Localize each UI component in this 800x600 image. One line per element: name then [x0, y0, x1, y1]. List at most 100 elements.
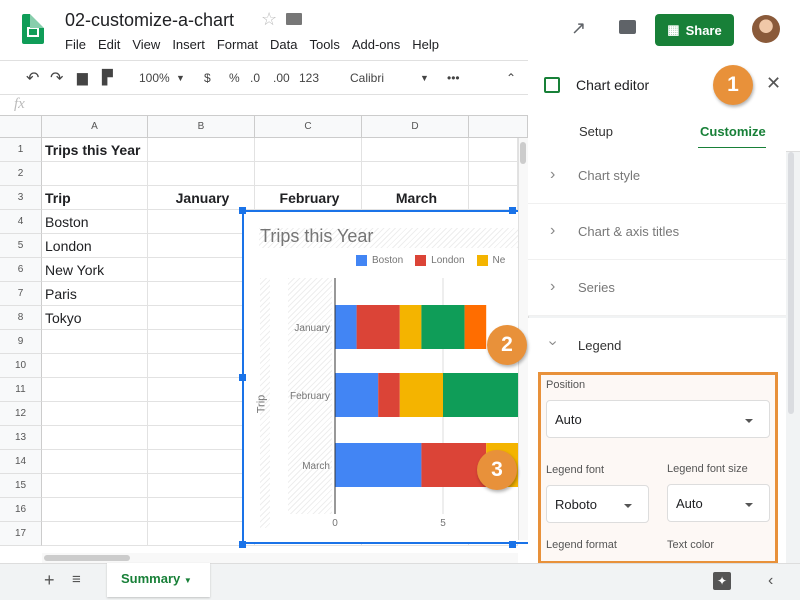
share-button[interactable]: ▦ Share [655, 14, 734, 46]
cell[interactable] [469, 138, 518, 162]
decrease-decimal-button[interactable]: .0 [250, 71, 260, 85]
zoom-dropdown-icon[interactable]: ▼ [176, 73, 185, 83]
row-header[interactable]: 1 [0, 138, 42, 162]
bar-new-york[interactable] [399, 305, 422, 349]
cell[interactable] [42, 330, 148, 354]
cell[interactable] [148, 306, 255, 330]
collapse-icon[interactable]: ⌃ [506, 71, 516, 85]
bar-boston[interactable] [335, 443, 422, 487]
bar-paris[interactable] [443, 373, 528, 417]
row-header[interactable]: 16 [0, 498, 42, 522]
menu-addons[interactable]: Add-ons [352, 37, 400, 52]
redo-icon[interactable]: ↷ [50, 68, 63, 88]
tab-dropdown-icon[interactable]: ▼ [184, 576, 192, 585]
row-header[interactable]: 11 [0, 378, 42, 402]
row-header[interactable]: 13 [0, 426, 42, 450]
bar-new-york[interactable] [399, 373, 443, 417]
column-header-e[interactable] [469, 116, 528, 138]
row-header[interactable]: 2 [0, 162, 42, 186]
section-series[interactable]: › Series [528, 260, 786, 316]
cell[interactable] [362, 162, 469, 186]
bar-boston[interactable] [335, 373, 379, 417]
row-header[interactable]: 10 [0, 354, 42, 378]
trending-icon[interactable]: ↗ [571, 18, 586, 39]
percent-button[interactable]: % [229, 71, 240, 85]
legend-font-size-select[interactable]: Auto [667, 484, 770, 522]
position-select[interactable]: Auto [546, 400, 770, 438]
sheets-logo-icon[interactable] [22, 14, 44, 44]
cell[interactable] [148, 258, 255, 282]
cell[interactable] [42, 522, 148, 546]
cell-a5[interactable]: London [42, 234, 148, 258]
more-button[interactable]: ••• [447, 71, 460, 85]
resize-handle[interactable] [239, 207, 246, 214]
menu-tools[interactable]: Tools [309, 37, 339, 52]
column-header-a[interactable]: A [42, 116, 148, 138]
menu-insert[interactable]: Insert [172, 37, 205, 52]
row-header[interactable]: 15 [0, 474, 42, 498]
bar-london[interactable] [356, 305, 400, 349]
cell[interactable] [148, 234, 255, 258]
row-header[interactable]: 14 [0, 450, 42, 474]
cell[interactable] [42, 162, 148, 186]
cell[interactable] [362, 138, 469, 162]
cell[interactable] [42, 402, 148, 426]
select-all-corner[interactable] [0, 116, 42, 138]
resize-handle[interactable] [239, 374, 246, 381]
cell[interactable] [148, 426, 255, 450]
cell[interactable] [148, 378, 255, 402]
cell[interactable] [148, 474, 255, 498]
cell[interactable] [42, 474, 148, 498]
sheet-tab-summary[interactable]: Summary ▼ [107, 563, 210, 597]
column-header-b[interactable]: B [148, 116, 255, 138]
bar-boston[interactable] [335, 305, 357, 349]
close-icon[interactable]: ✕ [766, 73, 781, 94]
cell[interactable] [42, 354, 148, 378]
legend-font-select[interactable]: Roboto [546, 485, 649, 523]
zoom-select[interactable]: 100% [139, 71, 170, 85]
bar-tokyo[interactable] [464, 305, 487, 349]
cell-a7[interactable]: Paris [42, 282, 148, 306]
resize-handle[interactable] [239, 541, 246, 548]
currency-button[interactable]: $ [204, 71, 211, 85]
font-select[interactable]: Calibri [350, 71, 384, 85]
tab-setup[interactable]: Setup [579, 124, 613, 139]
menu-view[interactable]: View [132, 37, 160, 52]
cell-a8[interactable]: Tokyo [42, 306, 148, 330]
undo-icon[interactable]: ↶ [26, 68, 39, 88]
cell-a3[interactable]: Trip [42, 186, 148, 210]
increase-decimal-button[interactable]: .00 [273, 71, 290, 85]
document-title[interactable]: 02-customize-a-chart [65, 10, 234, 31]
cell[interactable] [42, 378, 148, 402]
section-chart-style[interactable]: › Chart style [528, 148, 786, 204]
cell-d3[interactable]: March [362, 186, 469, 210]
menu-format[interactable]: Format [217, 37, 258, 52]
cell[interactable] [148, 282, 255, 306]
cell[interactable] [255, 162, 362, 186]
chevron-left-icon[interactable]: ‹ [768, 572, 773, 590]
cell-a6[interactable]: New York [42, 258, 148, 282]
resize-handle[interactable] [509, 541, 516, 548]
cell[interactable] [148, 498, 255, 522]
cell[interactable] [469, 162, 518, 186]
comment-icon[interactable] [619, 20, 636, 34]
cell-a4[interactable]: Boston [42, 210, 148, 234]
scrollbar-thumb[interactable] [520, 142, 526, 164]
cell[interactable] [255, 138, 362, 162]
avatar[interactable] [752, 15, 780, 43]
print-icon[interactable]: ▆ [77, 69, 88, 86]
paint-format-icon[interactable]: ▛ [102, 69, 113, 86]
row-header[interactable]: 3 [0, 186, 42, 210]
cell[interactable] [148, 450, 255, 474]
resize-handle[interactable] [509, 207, 516, 214]
all-sheets-icon[interactable]: ≡ [72, 571, 81, 588]
cell[interactable] [148, 330, 255, 354]
cell[interactable] [42, 426, 148, 450]
menu-file[interactable]: File [65, 37, 86, 52]
explore-icon[interactable]: ✦ [713, 572, 731, 590]
bar-london[interactable] [378, 373, 400, 417]
row-header[interactable]: 4 [0, 210, 42, 234]
cell[interactable] [148, 162, 255, 186]
row-header[interactable]: 7 [0, 282, 42, 306]
horizontal-scrollbar[interactable] [42, 553, 518, 563]
